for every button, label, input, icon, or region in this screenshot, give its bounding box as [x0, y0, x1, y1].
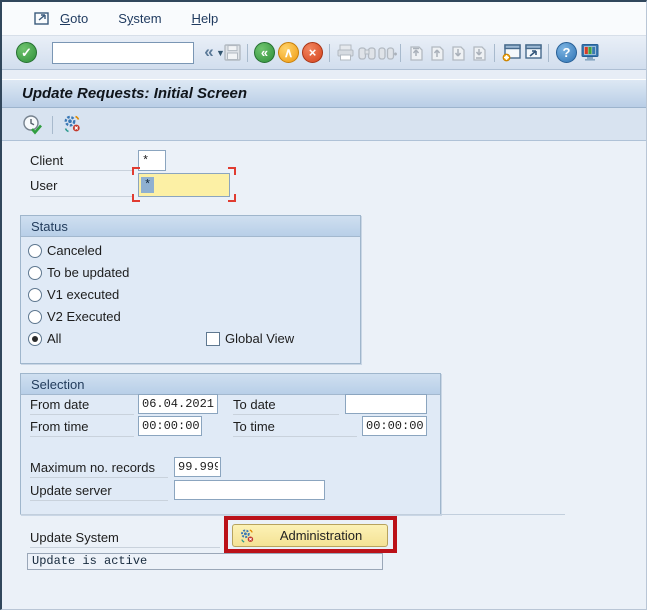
checkbox-global-view[interactable]: Global View: [206, 331, 294, 346]
save-icon: [223, 43, 242, 62]
sap-gui-window: Goto System Help ✓ ▼ « « ∧ ×: [0, 0, 647, 610]
menu-system[interactable]: System: [112, 8, 167, 29]
to-date-input[interactable]: [345, 394, 427, 414]
collapse-icon[interactable]: «: [201, 41, 217, 63]
radio-icon: [28, 266, 42, 280]
sap-shortcut-icon[interactable]: [524, 43, 543, 62]
customize-layout-icon[interactable]: [580, 43, 600, 62]
max-records-label: Maximum no. records: [30, 460, 168, 478]
page-down-icon: [450, 43, 467, 62]
radio-canceled[interactable]: Canceled: [28, 243, 102, 258]
from-time-label: From time: [30, 419, 134, 437]
to-date-label: To date: [233, 397, 339, 415]
radio-v1-executed[interactable]: V1 executed: [28, 287, 119, 302]
to-time-input[interactable]: [362, 416, 427, 436]
section-divider: [20, 514, 565, 515]
from-date-input[interactable]: [138, 394, 218, 414]
page-title: Update Requests: Initial Screen: [22, 85, 247, 102]
toolbar-separator: [52, 116, 53, 134]
administration-gears-icon: [239, 528, 255, 544]
radio-icon: [28, 310, 42, 324]
checkbox-icon: [206, 332, 220, 346]
radio-icon: [28, 288, 42, 302]
radio-v2-executed[interactable]: V2 Executed: [28, 309, 121, 324]
selection-groupbox-title: Selection: [21, 374, 440, 395]
toolbar-separator: [548, 44, 549, 62]
client-input[interactable]: [138, 150, 166, 171]
update-server-input[interactable]: [174, 480, 325, 500]
toolbar-separator: [247, 44, 248, 62]
application-toolbar: [2, 108, 646, 141]
title-bar: Update Requests: Initial Screen: [2, 79, 646, 108]
find-icon: [358, 44, 376, 62]
menu-goto[interactable]: Goto: [54, 8, 94, 29]
radio-icon: [28, 332, 42, 346]
client-label: Client: [30, 153, 134, 171]
find-next-icon: [378, 44, 397, 62]
command-input[interactable]: [53, 44, 211, 62]
from-time-input[interactable]: [138, 416, 202, 436]
radio-icon: [28, 244, 42, 258]
radio-to-be-updated[interactable]: To be updated: [28, 265, 129, 280]
menu-bar: Goto System Help: [2, 2, 646, 36]
enter-icon[interactable]: ✓: [16, 42, 37, 63]
update-server-label: Update server: [30, 483, 168, 501]
max-records-input[interactable]: [174, 457, 221, 477]
from-date-label: From date: [30, 397, 134, 415]
toolbar-gap-band: [2, 70, 646, 79]
administration-button-label: Administration: [255, 528, 387, 543]
radio-all[interactable]: All: [28, 331, 61, 346]
new-session-icon[interactable]: [502, 43, 522, 62]
to-time-label: To time: [233, 419, 357, 437]
cancel-icon[interactable]: ×: [302, 42, 323, 63]
last-page-icon: [471, 43, 488, 62]
first-page-icon: [408, 43, 425, 62]
status-groupbox-title: Status: [21, 216, 360, 237]
administration-button[interactable]: Administration: [232, 524, 388, 547]
user-label: User: [30, 178, 134, 197]
execute-icon[interactable]: [22, 114, 43, 135]
print-icon: [336, 44, 355, 62]
administration-icon[interactable]: [62, 114, 82, 134]
help-icon[interactable]: ?: [556, 42, 577, 63]
page-up-icon: [429, 43, 446, 62]
command-field[interactable]: ▼: [52, 42, 194, 64]
user-input-selection: *: [141, 177, 154, 193]
toolbar-separator: [494, 44, 495, 62]
update-status-display: Update is active: [27, 553, 383, 570]
standard-toolbar: ✓ ▼ « « ∧ ×: [2, 36, 646, 70]
toolbar-separator: [400, 44, 401, 62]
back-icon[interactable]: «: [254, 42, 275, 63]
toolbar-separator: [329, 44, 330, 62]
exit-icon[interactable]: ∧: [278, 42, 299, 63]
menu-help[interactable]: Help: [186, 8, 225, 29]
system-menu-icon[interactable]: [34, 11, 54, 27]
update-system-label: Update System: [30, 530, 220, 548]
user-input[interactable]: *: [138, 173, 230, 197]
